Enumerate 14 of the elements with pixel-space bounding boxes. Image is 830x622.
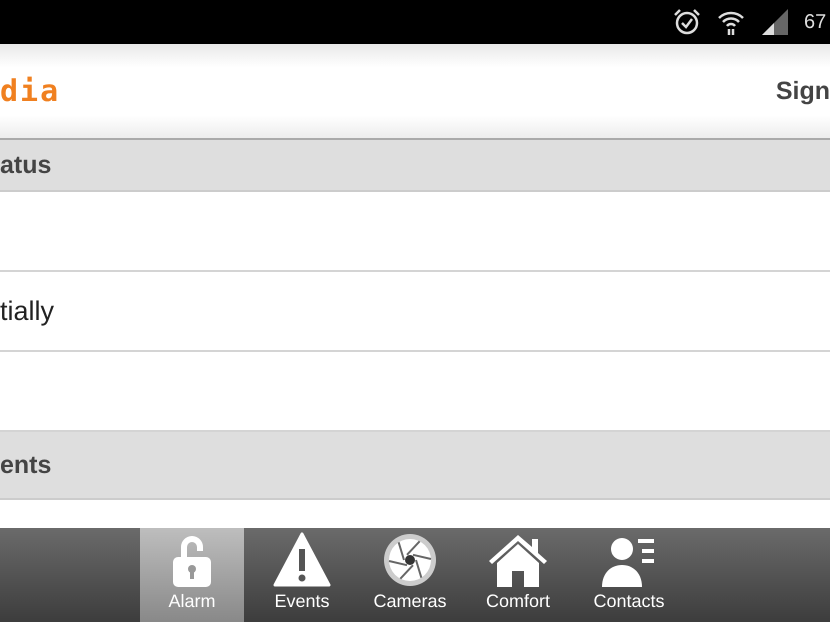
app-logo: dia [0,74,60,108]
battery-percentage: 67 [804,10,828,34]
tab[interactable]: Comfort [468,528,568,622]
tab[interactable]: Events [252,528,352,622]
tab[interactable]: Contacts [576,528,682,622]
tab[interactable]: Cameras [360,528,460,622]
section-title: atus [0,150,52,180]
sign-button[interactable]: Sign [776,76,830,106]
alarm-clock-icon [672,7,702,37]
row-label: tially [0,296,54,326]
list-row[interactable]: tially [0,272,830,352]
section-title: ents [0,450,52,480]
signal-icon [760,7,790,37]
warning-icon [271,531,333,589]
